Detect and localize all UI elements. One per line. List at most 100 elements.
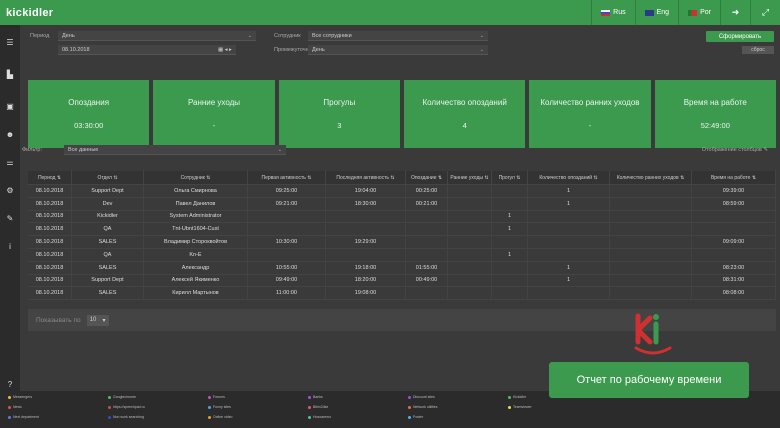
column-header[interactable]: Период ⇅ xyxy=(28,171,72,184)
legend-dot-icon xyxy=(408,395,411,399)
column-header[interactable]: Первая активность ⇅ xyxy=(248,171,326,184)
table-cell xyxy=(528,287,610,300)
legend-item: Kickidler xyxy=(508,395,526,399)
date-input[interactable]: 08.10.2018 xyxy=(58,45,236,55)
report-popup[interactable]: Отчет по рабочему времени xyxy=(549,362,749,398)
legend-label: Hosoaremo xyxy=(313,415,332,419)
legend-dot-icon xyxy=(108,415,111,419)
employee-select[interactable]: Все сотрудники ⌄ xyxy=(308,31,488,41)
legend-dot-icon xyxy=(408,405,411,409)
table-cell xyxy=(448,236,492,248)
table-cell: Владимир Стороквойтов xyxy=(144,236,248,248)
legend-item: Non work searching xyxy=(108,415,144,419)
schedule-select[interactable]: День ⌄ xyxy=(308,45,488,55)
column-header[interactable]: Опоздание ⇅ xyxy=(406,171,448,184)
menu-icon[interactable]: ☰ xyxy=(0,33,20,51)
table-cell xyxy=(248,210,326,223)
logout-icon[interactable]: ➜ xyxy=(720,0,750,25)
table-cell xyxy=(492,287,528,300)
filter-select[interactable]: Все данные ⌄ xyxy=(64,145,286,155)
legend-label: Googlechrome xyxy=(113,395,136,399)
table-cell: Kickidler xyxy=(72,210,144,223)
table-cell xyxy=(610,236,692,248)
table-cell: Александр xyxy=(144,261,248,274)
column-header[interactable]: Количество ранних уходов ⇅ xyxy=(610,171,692,184)
kickidler-logo-icon xyxy=(634,313,672,355)
table-cell: SALES xyxy=(72,287,144,300)
table-cell: Support Dept xyxy=(72,185,144,197)
table-cell: 18:20:00 xyxy=(326,274,406,287)
table-cell: 1 xyxy=(528,261,610,274)
table-cell xyxy=(448,185,492,197)
legend-dot-icon xyxy=(8,395,11,399)
lang-rus[interactable]: Rus xyxy=(591,0,634,25)
table-cell xyxy=(406,248,448,261)
table-row: 08.10.2018 Support Dept Ольга Смирнова 09:2… xyxy=(28,185,776,198)
table-cell: 09:25:00 xyxy=(248,185,326,197)
columns-toggle[interactable]: Отображение столбцов ✎ xyxy=(702,147,768,153)
generate-button[interactable]: Сформировать xyxy=(706,31,774,42)
table-cell: 08:59:00 xyxy=(692,197,776,210)
table-cell: 08.10.2018 xyxy=(28,274,72,287)
table-cell: 11:00:00 xyxy=(248,287,326,300)
structure-icon[interactable]: ⚌ xyxy=(0,153,20,171)
employee-label: Сотрудник xyxy=(274,33,301,39)
legend-label: Bitrix24ke xyxy=(313,405,329,409)
fullscreen-icon[interactable]: ⤢ xyxy=(750,0,780,25)
table-cell xyxy=(326,210,406,223)
legend-label: Kickidler xyxy=(513,395,527,399)
app-logo[interactable]: kickidler xyxy=(0,7,53,19)
table-cell xyxy=(692,210,776,223)
table-row: 08.10.2018 Kickidler System Administrator 1 xyxy=(28,210,776,224)
legend-dot-icon xyxy=(408,415,411,419)
reset-button[interactable]: сброс xyxy=(742,46,774,54)
legend-label: Poster xyxy=(413,415,424,419)
uk-flag-icon xyxy=(644,9,654,16)
legend-dot-icon xyxy=(8,405,11,409)
users-icon[interactable]: ☻ xyxy=(0,125,20,143)
column-header[interactable]: Последняя активность ⇅ xyxy=(326,171,406,184)
table-cell: 19:18:00 xyxy=(326,261,406,274)
column-header[interactable]: Ранние уходы ⇅ xyxy=(448,171,492,184)
table-cell: QA xyxy=(72,223,144,236)
table-cell: 1 xyxy=(528,185,610,197)
table-cell xyxy=(326,223,406,236)
legend-label: Messengers xyxy=(13,395,33,399)
table-cell: 08.10.2018 xyxy=(28,210,72,223)
column-header[interactable]: Количество опозданий ⇅ xyxy=(528,171,610,184)
chevron-down-icon: ⌄ xyxy=(247,33,252,39)
table-cell: 18:30:00 xyxy=(326,197,406,210)
legend-item: https://speechpad.ru xyxy=(108,405,145,409)
legend-dot-icon xyxy=(108,395,111,399)
page-size-select[interactable]: 10 ▾ xyxy=(86,314,109,326)
period-select[interactable]: День ⌄ xyxy=(58,31,256,41)
table-cell: 08.10.2018 xyxy=(28,248,72,261)
table-cell: 08.10.2018 xyxy=(28,185,72,197)
column-header[interactable]: Сотрудник ⇅ xyxy=(144,171,248,184)
column-header[interactable]: Отдел ⇅ xyxy=(72,171,144,184)
wrench-icon[interactable]: ✎ xyxy=(0,209,20,227)
legend-label: Funny sites xyxy=(213,405,231,409)
chart-icon[interactable]: ▙ xyxy=(0,65,20,83)
table-cell: 08:31:00 xyxy=(692,274,776,287)
column-header[interactable]: Время на работе ⇅ xyxy=(692,171,776,184)
column-header[interactable]: Прогул ⇅ xyxy=(492,171,528,184)
info-icon[interactable]: i xyxy=(0,237,20,255)
lang-eng[interactable]: Eng xyxy=(634,0,678,25)
settings-icon[interactable]: ⚙ xyxy=(0,181,20,199)
lang-por[interactable]: Por xyxy=(678,0,720,25)
table-cell xyxy=(406,287,448,300)
legend-item: Googlechrome xyxy=(108,395,136,399)
table-cell xyxy=(448,248,492,261)
table-cell xyxy=(610,223,692,236)
table-cell: SALES xyxy=(72,236,144,248)
chevron-down-icon: ⌄ xyxy=(277,147,282,153)
page-size-label: Показывать по xyxy=(36,316,81,324)
table-row: 08.10.2018 QA Tnt-Ubnt1604-Cust 1 xyxy=(28,223,776,237)
lock-icon[interactable]: ▣ xyxy=(0,97,20,115)
table-row: 08.10.2018 QA Kn-E 1 xyxy=(28,248,776,262)
table-cell: 08.10.2018 xyxy=(28,236,72,248)
card-absences: Прогулы 3 xyxy=(278,80,400,148)
legend-dot-icon xyxy=(208,415,211,419)
calendar-icon[interactable]: ▦ ◂ ▸ xyxy=(218,47,232,53)
